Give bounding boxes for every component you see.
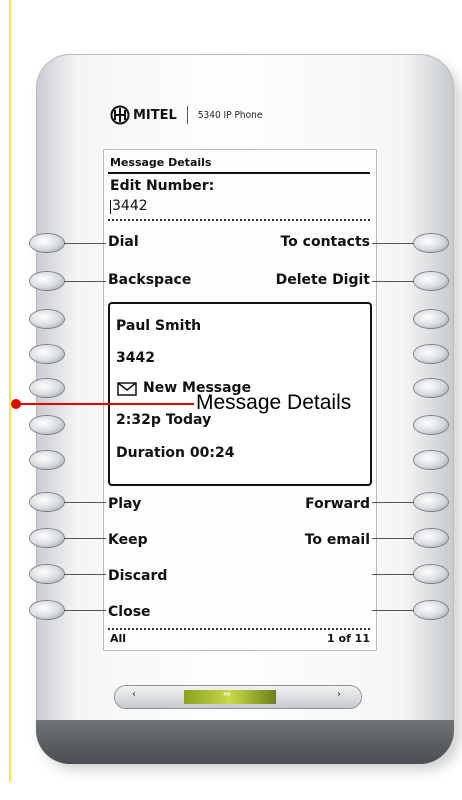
footer-page-count: 1 of 11 bbox=[327, 632, 370, 645]
message-caller-number: 3442 bbox=[116, 350, 155, 366]
right-softkey-button-5[interactable] bbox=[414, 379, 448, 397]
right-key-line-2 bbox=[372, 281, 414, 282]
left-softkey-button-8[interactable] bbox=[30, 493, 64, 511]
softkey-dial[interactable]: Dial bbox=[108, 234, 139, 250]
softkey-forward[interactable]: Forward bbox=[305, 496, 370, 512]
left-softkey-button-9[interactable] bbox=[30, 529, 64, 547]
nav-right-arrow-icon[interactable]: › bbox=[337, 689, 341, 700]
right-softkey-button-8[interactable] bbox=[414, 493, 448, 511]
right-softkey-button-10[interactable] bbox=[414, 565, 448, 583]
left-key-line-10 bbox=[64, 574, 106, 575]
right-softkey-button-9[interactable] bbox=[414, 529, 448, 547]
left-key-line-8 bbox=[64, 502, 106, 503]
header-divider bbox=[108, 172, 370, 174]
callout-label: Message Details bbox=[196, 391, 352, 414]
phone-model: 5340 IP Phone bbox=[197, 109, 263, 121]
right-softkey-button-3[interactable] bbox=[414, 310, 448, 328]
phone-base bbox=[36, 720, 454, 764]
left-softkey-button-3[interactable] bbox=[30, 310, 64, 328]
softkey-to-contacts[interactable]: To contacts bbox=[280, 234, 370, 250]
edit-number-field[interactable]: 3442 bbox=[112, 198, 148, 214]
page-left-rule bbox=[9, 0, 11, 782]
left-softkey-button-10[interactable] bbox=[30, 565, 64, 583]
left-softkey-button-6[interactable] bbox=[30, 416, 64, 434]
mitel-logo-icon bbox=[110, 105, 130, 125]
nav-select-arrows-icon: ⇔ bbox=[223, 690, 231, 700]
brand-name: MITEL bbox=[133, 107, 177, 123]
left-key-line-2 bbox=[64, 281, 106, 282]
right-softkey-button-11[interactable] bbox=[414, 601, 448, 619]
right-key-line-11 bbox=[372, 610, 414, 611]
softkey-delete-digit[interactable]: Delete Digit bbox=[276, 272, 370, 288]
edit-number-label: Edit Number: bbox=[110, 178, 215, 194]
right-key-line-9 bbox=[372, 538, 414, 539]
left-softkey-button-5[interactable] bbox=[30, 379, 64, 397]
right-softkey-button-7[interactable] bbox=[414, 451, 448, 469]
softkey-backspace[interactable]: Backspace bbox=[108, 272, 191, 288]
right-key-line-1 bbox=[372, 243, 414, 244]
screen-header: Message Details bbox=[110, 156, 212, 169]
softkey-keep[interactable]: Keep bbox=[108, 532, 148, 548]
right-softkey-button-2[interactable] bbox=[414, 272, 448, 290]
left-softkey-button-1[interactable] bbox=[30, 234, 64, 252]
left-key-line-9 bbox=[64, 538, 106, 539]
edit-divider bbox=[108, 219, 370, 221]
left-softkey-button-11[interactable] bbox=[30, 601, 64, 619]
left-softkey-button-2[interactable] bbox=[30, 272, 64, 290]
text-cursor bbox=[110, 200, 111, 214]
brand-separator bbox=[186, 106, 188, 124]
nav-left-arrow-icon[interactable]: ‹ bbox=[132, 689, 136, 700]
envelope-icon bbox=[117, 382, 137, 396]
right-softkey-button-4[interactable] bbox=[414, 345, 448, 363]
right-key-line-10 bbox=[372, 574, 414, 575]
left-key-line-11 bbox=[64, 610, 106, 611]
footer-filter: All bbox=[110, 632, 127, 645]
right-key-line-8 bbox=[372, 502, 414, 503]
right-softkey-button-6[interactable] bbox=[414, 416, 448, 434]
softkey-to-email[interactable]: To email bbox=[305, 532, 370, 548]
message-duration: Duration 00:24 bbox=[116, 445, 235, 461]
message-caller-name: Paul Smith bbox=[116, 318, 202, 334]
left-key-line-1 bbox=[64, 243, 106, 244]
softkey-play[interactable]: Play bbox=[108, 496, 141, 512]
left-softkey-button-4[interactable] bbox=[30, 345, 64, 363]
left-softkey-button-7[interactable] bbox=[30, 451, 64, 469]
softkey-close[interactable]: Close bbox=[108, 604, 151, 620]
brand-bar: MITEL 5340 IP Phone bbox=[110, 100, 262, 130]
callout-line bbox=[16, 403, 194, 405]
softkey-discard[interactable]: Discard bbox=[108, 568, 167, 584]
footer-divider bbox=[108, 628, 370, 630]
right-softkey-button-1[interactable] bbox=[414, 234, 448, 252]
